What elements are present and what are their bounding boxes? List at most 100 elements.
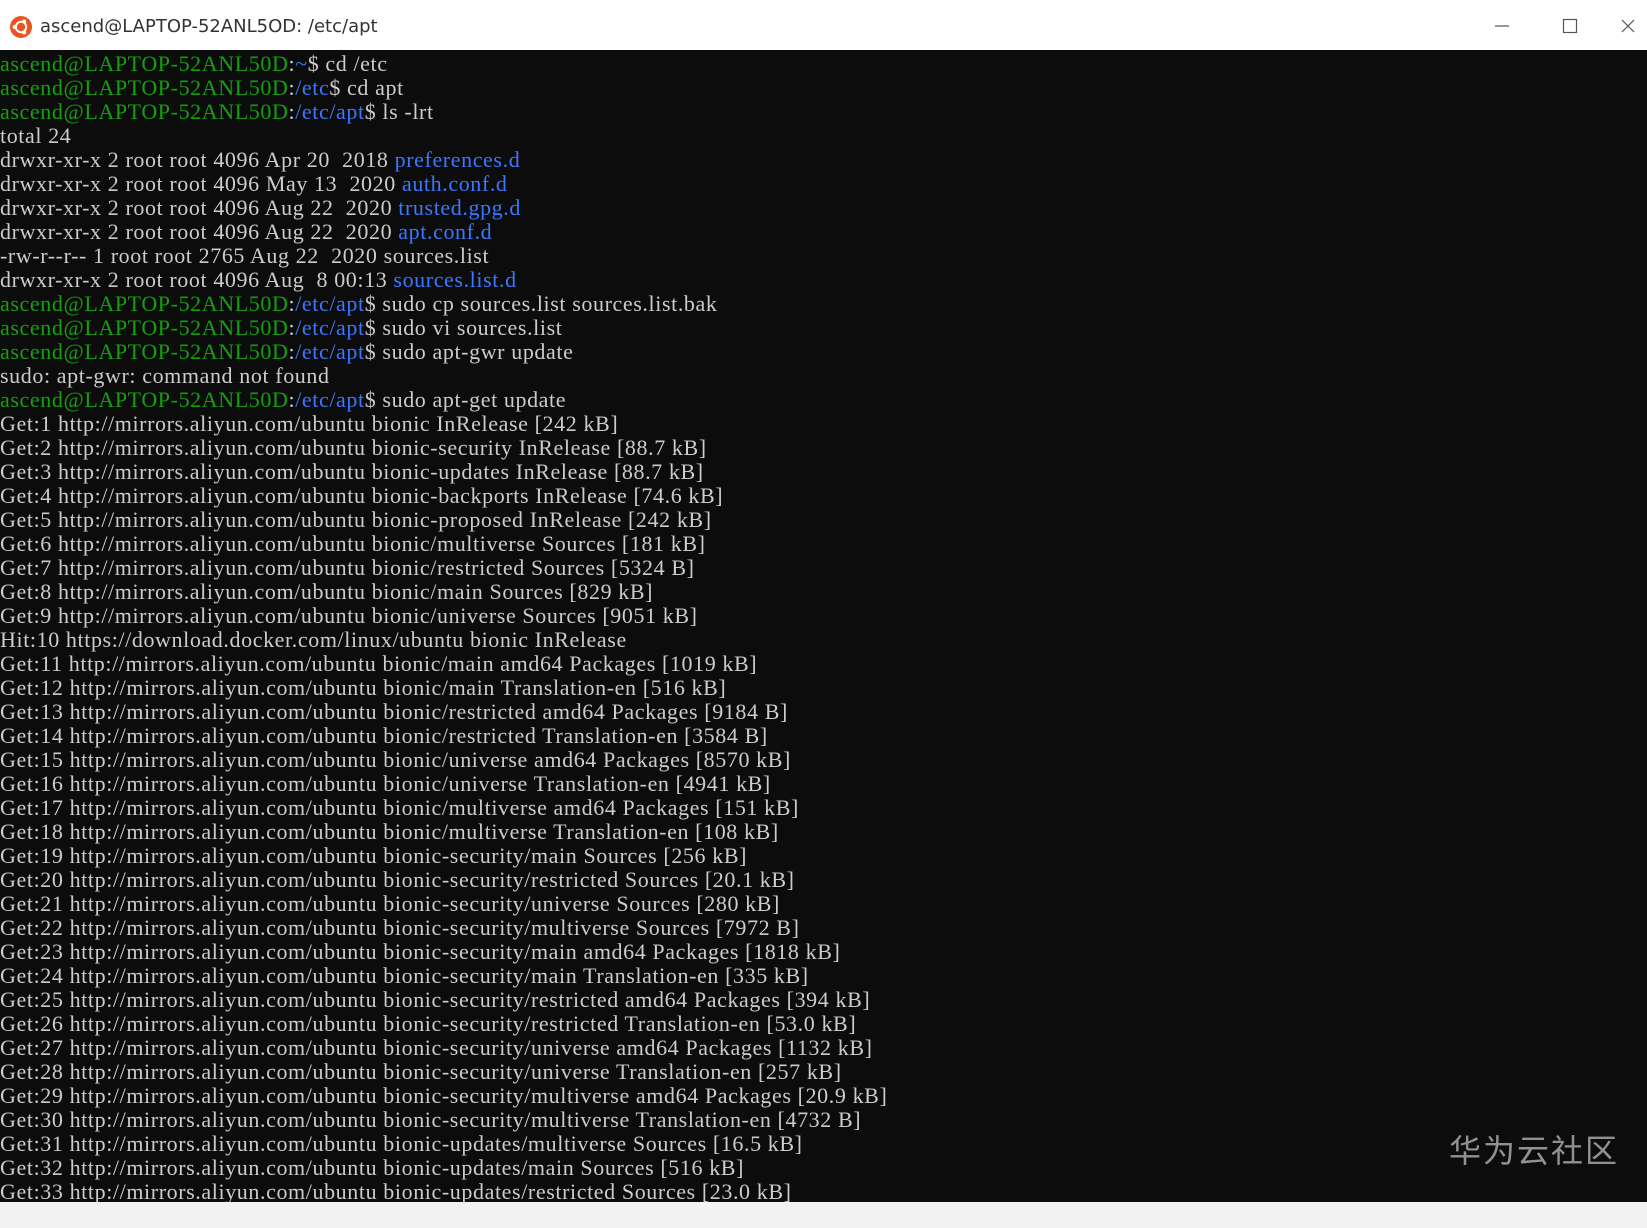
- output-text: Get:33 http://mirrors.aliyun.com/ubuntu …: [0, 1179, 792, 1203]
- output-text: -rw-r--r-- 1 root root 2765 Aug 22 2020 …: [0, 243, 490, 268]
- path-text: ~: [295, 51, 308, 76]
- terminal-line: Get:7 http://mirrors.aliyun.com/ubuntu b…: [0, 556, 887, 580]
- output-text: Get:13 http://mirrors.aliyun.com/ubuntu …: [0, 699, 788, 724]
- output-text: Get:19 http://mirrors.aliyun.com/ubuntu …: [0, 843, 748, 868]
- close-button[interactable]: [1620, 10, 1647, 42]
- terminal-line: Get:2 http://mirrors.aliyun.com/ubuntu b…: [0, 436, 887, 460]
- path-text: /etc/apt: [295, 339, 365, 364]
- terminal-line: ascend@LAPTOP-52ANL50D:/etc/apt$ sudo ap…: [0, 340, 887, 364]
- output-text: Get:4 http://mirrors.aliyun.com/ubuntu b…: [0, 483, 724, 508]
- prompt-user-host: ascend@LAPTOP-52ANL50D: [0, 75, 289, 100]
- ubuntu-icon[interactable]: [10, 16, 32, 38]
- output-text: Get:11 http://mirrors.aliyun.com/ubuntu …: [0, 651, 758, 676]
- terminal-line: Get:26 http://mirrors.aliyun.com/ubuntu …: [0, 1012, 887, 1036]
- output-text: sudo: apt-gwr: command not found: [0, 363, 330, 388]
- terminal-line: Get:33 http://mirrors.aliyun.com/ubuntu …: [0, 1179, 887, 1203]
- output-text: $ sudo apt-gwr update: [364, 339, 574, 364]
- minimize-button[interactable]: [1480, 10, 1524, 42]
- minimize-icon: [1495, 25, 1509, 27]
- output-text: Hit:10 https://download.docker.com/linux…: [0, 627, 627, 652]
- output-text: Get:23 http://mirrors.aliyun.com/ubuntu …: [0, 939, 841, 964]
- output-text: Get:7 http://mirrors.aliyun.com/ubuntu b…: [0, 555, 695, 580]
- path-text: trusted.gpg.d: [398, 195, 521, 220]
- output-text: $ cd apt: [329, 75, 404, 100]
- output-text: $ cd /etc: [307, 51, 388, 76]
- terminal-line: Get:21 http://mirrors.aliyun.com/ubuntu …: [0, 892, 887, 916]
- terminal-line: Get:27 http://mirrors.aliyun.com/ubuntu …: [0, 1036, 887, 1060]
- terminal-line: Get:8 http://mirrors.aliyun.com/ubuntu b…: [0, 580, 887, 604]
- output-text: Get:6 http://mirrors.aliyun.com/ubuntu b…: [0, 531, 706, 556]
- output-text: Get:32 http://mirrors.aliyun.com/ubuntu …: [0, 1155, 744, 1180]
- terminal-line: Get:16 http://mirrors.aliyun.com/ubuntu …: [0, 772, 887, 796]
- output-text: drwxr-xr-x 2 root root 4096 Aug 8 00:13: [0, 267, 394, 292]
- terminal-line: Get:14 http://mirrors.aliyun.com/ubuntu …: [0, 724, 887, 748]
- output-text: Get:17 http://mirrors.aliyun.com/ubuntu …: [0, 795, 799, 820]
- output-text: Get:2 http://mirrors.aliyun.com/ubuntu b…: [0, 435, 707, 460]
- output-text: $ sudo apt-get update: [364, 387, 567, 412]
- terminal-line: Get:5 http://mirrors.aliyun.com/ubuntu b…: [0, 508, 887, 532]
- output-text: Get:9 http://mirrors.aliyun.com/ubuntu b…: [0, 603, 698, 628]
- terminal-lines: ascend@LAPTOP-52ANL50D:~$ cd /etc ascend@…: [0, 52, 887, 1203]
- terminal-line: drwxr-xr-x 2 root root 4096 May 13 2020 …: [0, 172, 887, 196]
- terminal-line: Get:11 http://mirrors.aliyun.com/ubuntu …: [0, 652, 887, 676]
- terminal-line: Get:31 http://mirrors.aliyun.com/ubuntu …: [0, 1132, 887, 1156]
- terminal-line: Get:20 http://mirrors.aliyun.com/ubuntu …: [0, 868, 887, 892]
- terminal-line: Get:18 http://mirrors.aliyun.com/ubuntu …: [0, 820, 887, 844]
- output-text: Get:12 http://mirrors.aliyun.com/ubuntu …: [0, 675, 727, 700]
- terminal-line: ascend@LAPTOP-52ANL50D:~$ cd /etc: [0, 52, 887, 76]
- terminal-line: Get:32 http://mirrors.aliyun.com/ubuntu …: [0, 1156, 887, 1180]
- prompt-user-host: ascend@LAPTOP-52ANL50D: [0, 339, 289, 364]
- output-text: Get:28 http://mirrors.aliyun.com/ubuntu …: [0, 1059, 842, 1084]
- terminal-line: Get:15 http://mirrors.aliyun.com/ubuntu …: [0, 748, 887, 772]
- prompt-user-host: ascend@LAPTOP-52ANL50D: [0, 99, 289, 124]
- path-text: auth.conf.d: [401, 171, 508, 196]
- output-text: drwxr-xr-x 2 root root 4096 Aug 22 2020: [0, 219, 399, 244]
- output-text: $ sudo vi sources.list: [364, 315, 563, 340]
- output-text: drwxr-xr-x 2 root root 4096 Apr 20 2018: [0, 147, 395, 172]
- terminal-output[interactable]: ascend@LAPTOP-52ANL50D:~$ cd /etc ascend@…: [0, 50, 1647, 1202]
- path-text: preferences.d: [394, 147, 521, 172]
- terminal-line: sudo: apt-gwr: command not found: [0, 364, 887, 388]
- terminal-line: Get:13 http://mirrors.aliyun.com/ubuntu …: [0, 700, 887, 724]
- output-text: Get:29 http://mirrors.aliyun.com/ubuntu …: [0, 1083, 888, 1108]
- terminal-line: total 24: [0, 124, 887, 148]
- output-text: Get:25 http://mirrors.aliyun.com/ubuntu …: [0, 987, 871, 1012]
- terminal-line: Get:30 http://mirrors.aliyun.com/ubuntu …: [0, 1108, 887, 1132]
- output-text: Get:30 http://mirrors.aliyun.com/ubuntu …: [0, 1107, 862, 1132]
- output-text: drwxr-xr-x 2 root root 4096 May 13 2020: [0, 171, 402, 196]
- prompt-user-host: ascend@LAPTOP-52ANL50D: [0, 315, 289, 340]
- output-text: drwxr-xr-x 2 root root 4096 Aug 22 2020: [0, 195, 399, 220]
- output-text: Get:22 http://mirrors.aliyun.com/ubuntu …: [0, 915, 800, 940]
- terminal-line: drwxr-xr-x 2 root root 4096 Aug 22 2020 …: [0, 196, 887, 220]
- path-text: /etc/apt: [295, 291, 365, 316]
- title-bar[interactable]: ascend@LAPTOP-52ANL5OD: /etc/apt: [0, 0, 1647, 50]
- terminal-line: Get:24 http://mirrors.aliyun.com/ubuntu …: [0, 964, 887, 988]
- output-text: Get:5 http://mirrors.aliyun.com/ubuntu b…: [0, 507, 712, 532]
- output-text: Get:24 http://mirrors.aliyun.com/ubuntu …: [0, 963, 809, 988]
- terminal-line: Get:1 http://mirrors.aliyun.com/ubuntu b…: [0, 412, 887, 436]
- terminal-line: drwxr-xr-x 2 root root 4096 Aug 8 00:13 …: [0, 268, 887, 292]
- terminal-line: Get:4 http://mirrors.aliyun.com/ubuntu b…: [0, 484, 887, 508]
- path-text: sources.list.d: [393, 267, 517, 292]
- terminal-line: ascend@LAPTOP-52ANL50D:/etc/apt$ ls -lrt: [0, 100, 887, 124]
- terminal-line: ascend@LAPTOP-52ANL50D:/etc$ cd apt: [0, 76, 887, 100]
- terminal-line: Hit:10 https://download.docker.com/linux…: [0, 628, 887, 652]
- maximize-button[interactable]: [1548, 10, 1592, 42]
- path-text: /etc: [295, 75, 330, 100]
- output-text: $ sudo cp sources.list sources.list.bak: [364, 291, 718, 316]
- output-text: Get:3 http://mirrors.aliyun.com/ubuntu b…: [0, 459, 704, 484]
- terminal-line: drwxr-xr-x 2 root root 4096 Aug 22 2020 …: [0, 220, 887, 244]
- path-text: apt.conf.d: [398, 219, 493, 244]
- prompt-user-host: ascend@LAPTOP-52ANL50D: [0, 291, 289, 316]
- terminal-line: drwxr-xr-x 2 root root 4096 Apr 20 2018 …: [0, 148, 887, 172]
- output-text: $ ls -lrt: [364, 99, 434, 124]
- output-text: Get:27 http://mirrors.aliyun.com/ubuntu …: [0, 1035, 873, 1060]
- terminal-line: Get:19 http://mirrors.aliyun.com/ubuntu …: [0, 844, 887, 868]
- terminal-line: Get:3 http://mirrors.aliyun.com/ubuntu b…: [0, 460, 887, 484]
- terminal-line: Get:9 http://mirrors.aliyun.com/ubuntu b…: [0, 604, 887, 628]
- prompt-user-host: ascend@LAPTOP-52ANL50D: [0, 51, 289, 76]
- output-text: Get:15 http://mirrors.aliyun.com/ubuntu …: [0, 747, 791, 772]
- output-text: Get:21 http://mirrors.aliyun.com/ubuntu …: [0, 891, 780, 916]
- terminal-line: Get:17 http://mirrors.aliyun.com/ubuntu …: [0, 796, 887, 820]
- terminal-line: Get:29 http://mirrors.aliyun.com/ubuntu …: [0, 1084, 887, 1108]
